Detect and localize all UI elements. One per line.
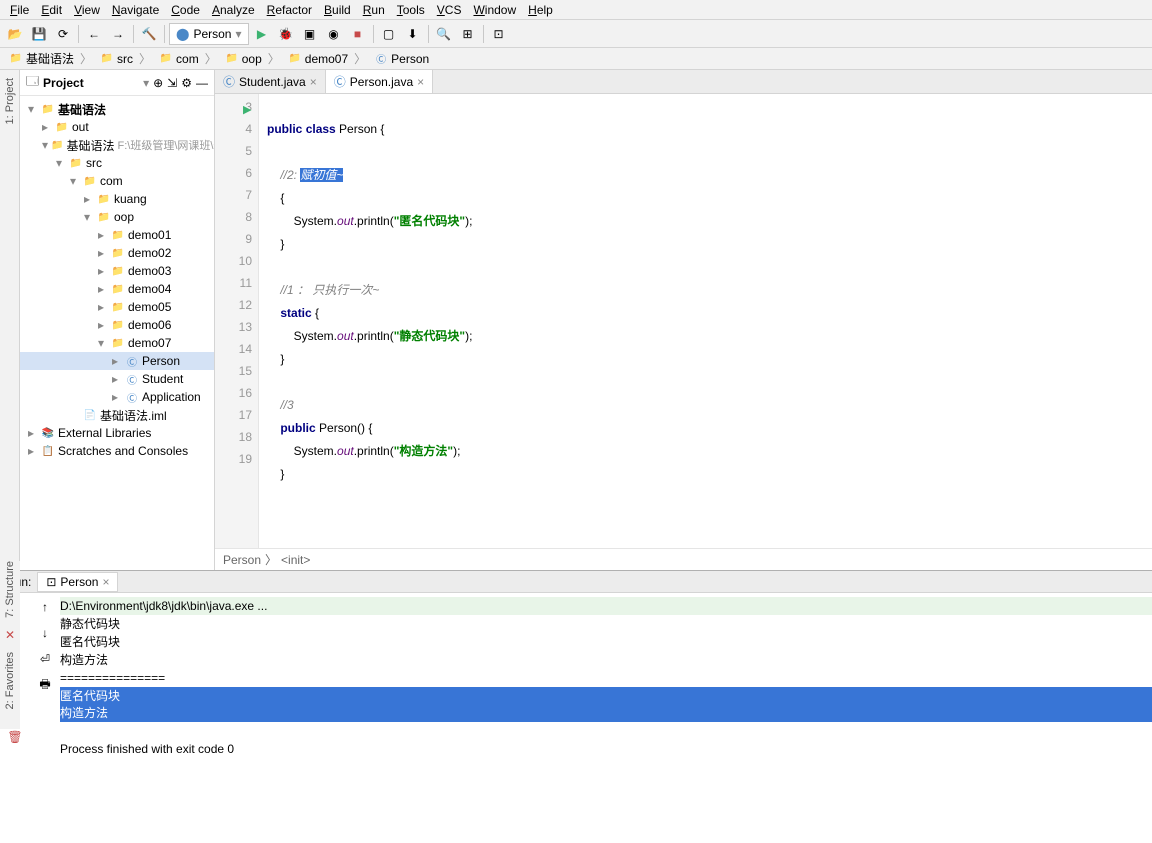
structure-tool-tab[interactable]: 7: Structure: [4, 561, 16, 618]
build-icon[interactable]: 🔨: [138, 23, 160, 45]
run-tab[interactable]: ⊡ Person ×: [37, 572, 118, 592]
sdk-icon[interactable]: ⬇: [402, 23, 424, 45]
tree-Scratches and Consoles[interactable]: ▸📋Scratches and Consoles: [20, 442, 214, 460]
tab-Person.java[interactable]: ⒸPerson.java ×: [326, 70, 433, 93]
editor-breadcrumb: Person〉<init>: [215, 548, 1152, 570]
toolbar: 📂 💾 ⟳ ← → 🔨 ⬤Person▾ ▶ 🐞 ▣ ◉ ■ ▢ ⬇ 🔍 ⊞ ⊡: [0, 20, 1152, 48]
breadcrumb-oop[interactable]: 📁oop: [222, 50, 283, 67]
gear-icon[interactable]: ⚙: [181, 76, 192, 90]
close-icon[interactable]: ×: [310, 75, 317, 89]
refresh-icon[interactable]: ⟳: [52, 23, 74, 45]
breadcrumb-demo07[interactable]: 📁demo07: [285, 50, 369, 67]
file-icon: Ⓒ: [334, 73, 346, 90]
favorites-tool-tab[interactable]: 2: Favorites: [4, 652, 16, 709]
run-icon[interactable]: ▶: [251, 23, 273, 45]
menu-code[interactable]: Code: [165, 1, 206, 19]
tree-com[interactable]: ▾📁com: [20, 172, 214, 190]
close-icon[interactable]: ✕: [5, 628, 15, 642]
coverage-icon[interactable]: ▣: [299, 23, 321, 45]
project-tree[interactable]: ▾📁基础语法▸📁out▾📁基础语法 F:\班级管理\网课班\代码\Ja▾📁src…: [20, 96, 214, 570]
structure-icon[interactable]: ⊞: [457, 23, 479, 45]
gutter: 3▶45678910111213141516171819: [215, 94, 259, 548]
menu-navigate[interactable]: Navigate: [106, 1, 165, 19]
console-output[interactable]: D:\Environment\jdk8\jdk\bin\java.exe ...…: [60, 593, 1152, 843]
project-tool-window: 🗔 Project ▾ ⊕ ⇲ ⚙ — ▾📁基础语法▸📁out▾📁基础语法 F:…: [20, 70, 215, 570]
tree-Application[interactable]: ▸ⒸApplication: [20, 388, 214, 406]
nav-breadcrumb: 📁基础语法📁src📁com📁oop📁demo07ⒸPerson: [0, 48, 1152, 70]
avd-icon[interactable]: ▢: [378, 23, 400, 45]
project-view-icon: 🗔: [26, 72, 39, 93]
tree-demo06[interactable]: ▸📁demo06: [20, 316, 214, 334]
redo-icon[interactable]: →: [107, 23, 129, 45]
menu-window[interactable]: Window: [467, 1, 522, 19]
delete-icon[interactable]: 🗑: [5, 727, 25, 747]
project-header: 🗔 Project ▾ ⊕ ⇲ ⚙ —: [20, 70, 214, 96]
tab-Student.java[interactable]: ⒸStudent.java ×: [215, 70, 326, 93]
breadcrumb-com[interactable]: 📁com: [156, 50, 220, 67]
tree-Person[interactable]: ▸ⒸPerson: [20, 352, 214, 370]
save-icon[interactable]: 💾: [28, 23, 50, 45]
left-gutter: 1: Project: [0, 70, 20, 570]
menu-refactor[interactable]: Refactor: [261, 1, 318, 19]
editor: ⒸStudent.java ×ⒸPerson.java × 3▶45678910…: [215, 70, 1152, 570]
menu-view[interactable]: View: [68, 1, 106, 19]
menu-run[interactable]: Run: [357, 1, 391, 19]
tree-demo04[interactable]: ▸📁demo04: [20, 280, 214, 298]
tree-kuang[interactable]: ▸📁kuang: [20, 190, 214, 208]
tree-out[interactable]: ▸📁out: [20, 118, 214, 136]
search-icon[interactable]: 🔍: [433, 23, 455, 45]
run-tool-window: Run: ⊡ Person × ▶ ■ ⏸ ⊠ ⊟ 🗑 ↑ ↓ ⏎ 🖶 D:\E…: [0, 570, 1152, 843]
profile-icon[interactable]: ◉: [323, 23, 345, 45]
breadcrumb-基础语法[interactable]: 📁基础语法: [6, 50, 95, 67]
tree-src[interactable]: ▾📁src: [20, 154, 214, 172]
app-icon: ⊡: [46, 575, 56, 589]
breadcrumb-Person[interactable]: ⒸPerson: [371, 52, 438, 66]
open-file-icon[interactable]: 📂: [4, 23, 26, 45]
tree-基础语法.iml[interactable]: 📄基础语法.iml: [20, 406, 214, 424]
close-icon[interactable]: ×: [417, 75, 424, 89]
tree-基础语法[interactable]: ▾📁基础语法: [20, 100, 214, 118]
menu-edit[interactable]: Edit: [35, 1, 68, 19]
breadcrumb-src[interactable]: 📁src: [97, 50, 154, 67]
debug-icon[interactable]: 🐞: [275, 23, 297, 45]
tree-基础语法[interactable]: ▾📁基础语法 F:\班级管理\网课班\代码\Ja: [20, 136, 214, 154]
file-icon: Ⓒ: [223, 73, 235, 90]
run-config-selector[interactable]: ⬤Person▾: [169, 23, 249, 45]
print-icon[interactable]: 🖶: [35, 675, 55, 695]
tree-demo01[interactable]: ▸📁demo01: [20, 226, 214, 244]
menu-help[interactable]: Help: [522, 1, 559, 19]
tree-oop[interactable]: ▾📁oop: [20, 208, 214, 226]
menu-bar: FileEditViewNavigateCodeAnalyzeRefactorB…: [0, 0, 1152, 20]
up-icon[interactable]: ↑: [35, 597, 55, 617]
stop-icon[interactable]: ■: [347, 23, 369, 45]
menu-build[interactable]: Build: [318, 1, 357, 19]
tree-demo03[interactable]: ▸📁demo03: [20, 262, 214, 280]
tree-Student[interactable]: ▸ⒸStudent: [20, 370, 214, 388]
down-icon[interactable]: ↓: [35, 623, 55, 643]
target-icon[interactable]: ⊕: [153, 76, 163, 90]
close-icon[interactable]: ×: [102, 575, 109, 589]
project-tool-tab[interactable]: 1: Project: [4, 78, 16, 124]
tree-demo05[interactable]: ▸📁demo05: [20, 298, 214, 316]
code-content[interactable]: public class Person { //2: 赋初值~ { System…: [259, 94, 1152, 548]
menu-analyze[interactable]: Analyze: [206, 1, 261, 19]
menu-vcs[interactable]: VCS: [431, 1, 468, 19]
collapse-icon[interactable]: ⇲: [167, 76, 177, 90]
undo-icon[interactable]: ←: [83, 23, 105, 45]
more-icon[interactable]: ⊡: [488, 23, 510, 45]
tree-demo02[interactable]: ▸📁demo02: [20, 244, 214, 262]
menu-tools[interactable]: Tools: [391, 1, 431, 19]
editor-tabs: ⒸStudent.java ×ⒸPerson.java ×: [215, 70, 1152, 94]
tree-External Libraries[interactable]: ▸📚External Libraries: [20, 424, 214, 442]
hide-icon[interactable]: —: [196, 76, 208, 90]
project-title[interactable]: Project: [43, 76, 139, 90]
tree-demo07[interactable]: ▾📁demo07: [20, 334, 214, 352]
menu-file[interactable]: File: [4, 1, 35, 19]
wrap-icon[interactable]: ⏎: [35, 649, 55, 669]
